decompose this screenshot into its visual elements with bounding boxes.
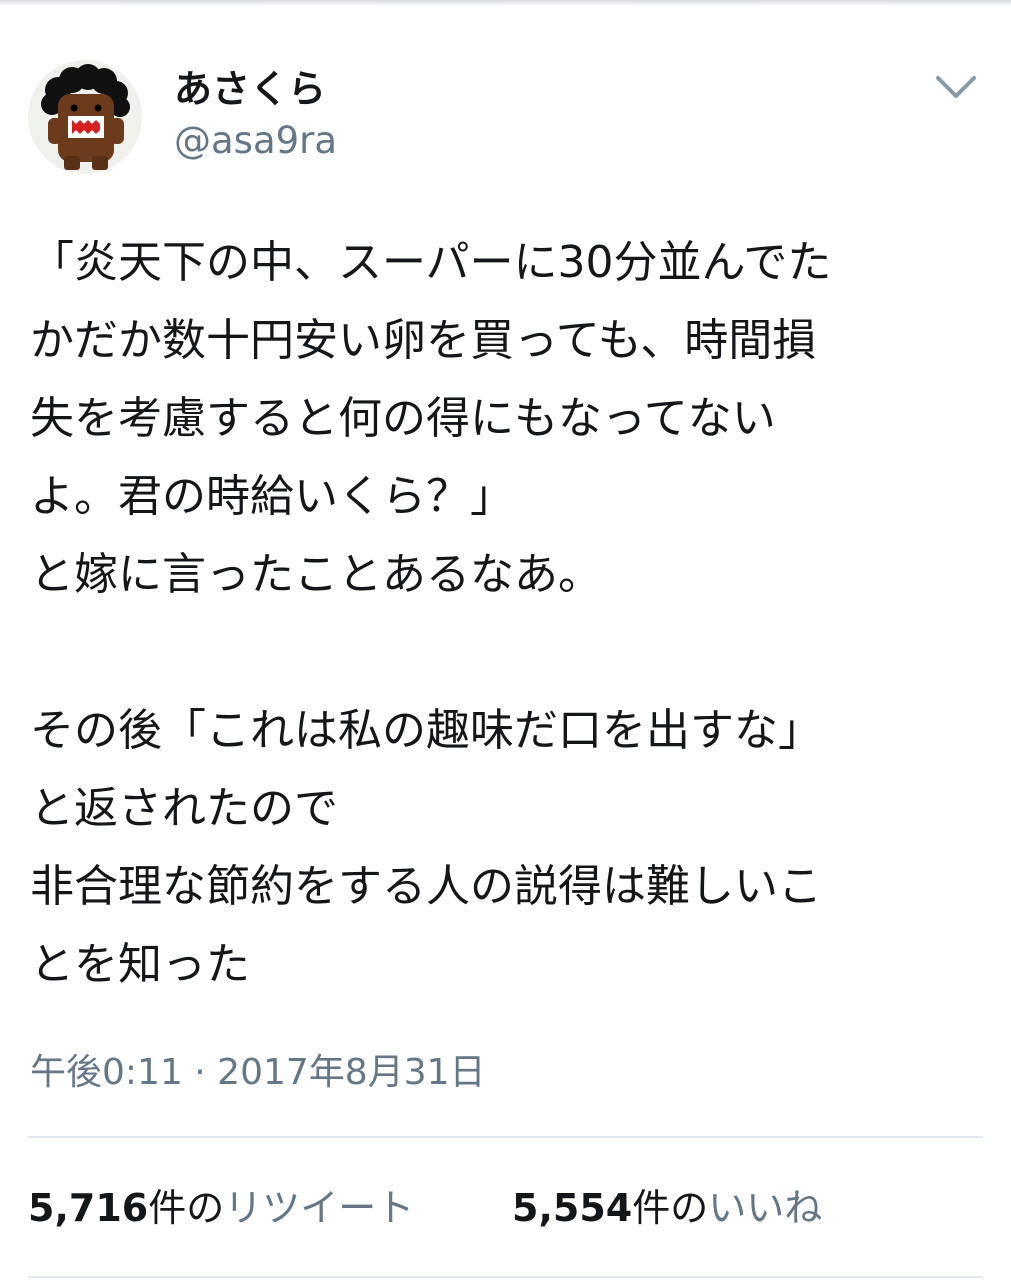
top-edge-shadow — [0, 0, 1011, 6]
like-count-link[interactable]: 5,554件のいいね — [512, 1182, 822, 1234]
tweet-text-line: 失を考慮すると何の得にもなってない — [30, 393, 776, 444]
retweet-count-link[interactable]: 5,716件のリツイート — [28, 1182, 414, 1234]
display-name[interactable]: あさくら — [174, 66, 326, 112]
tweet-menu-button[interactable] — [926, 64, 986, 112]
user-handle[interactable]: @asa9ra — [174, 118, 337, 164]
tweet-text-line: とを知った — [30, 939, 250, 990]
avatar[interactable] — [28, 60, 142, 174]
like-count-unit: 件の — [632, 1186, 709, 1230]
tweet-text-line: 非合理な節約をする人の説得は難しいこ — [30, 861, 822, 912]
retweet-label: リツイート — [224, 1186, 415, 1230]
like-count: 5,554 — [512, 1186, 633, 1230]
tweet-text: 「炎天下の中、スーパーに30分並んでた かだか数十円安い卵を買っても、時間損 失… — [30, 224, 980, 1004]
tweet-text-line — [30, 614, 980, 692]
divider — [28, 1136, 983, 1138]
tweet-text-line: 「炎天下の中、スーパーに30分並んでた — [30, 237, 832, 288]
tweet-timestamp[interactable]: 午後0:11 · 2017年8月31日 — [30, 1048, 486, 1098]
retweet-count-unit: 件の — [148, 1186, 225, 1230]
tweet-text-line: と返されたので — [30, 783, 338, 834]
like-label: いいね — [708, 1186, 823, 1230]
retweet-count: 5,716 — [28, 1186, 149, 1230]
chevron-down-icon — [936, 76, 976, 98]
divider — [28, 1276, 983, 1278]
tweet-text-line: よ。君の時給いくら？」 — [30, 471, 514, 522]
tweet-text-line: かだか数十円安い卵を買っても、時間損 — [30, 315, 817, 366]
tweet-text-line: その後「これは私の趣味だ口を出すな」 — [30, 705, 822, 756]
tweet-text-line: と嫁に言ったことあるなあ。 — [30, 549, 602, 600]
domo-kun-avatar-icon — [28, 60, 142, 174]
